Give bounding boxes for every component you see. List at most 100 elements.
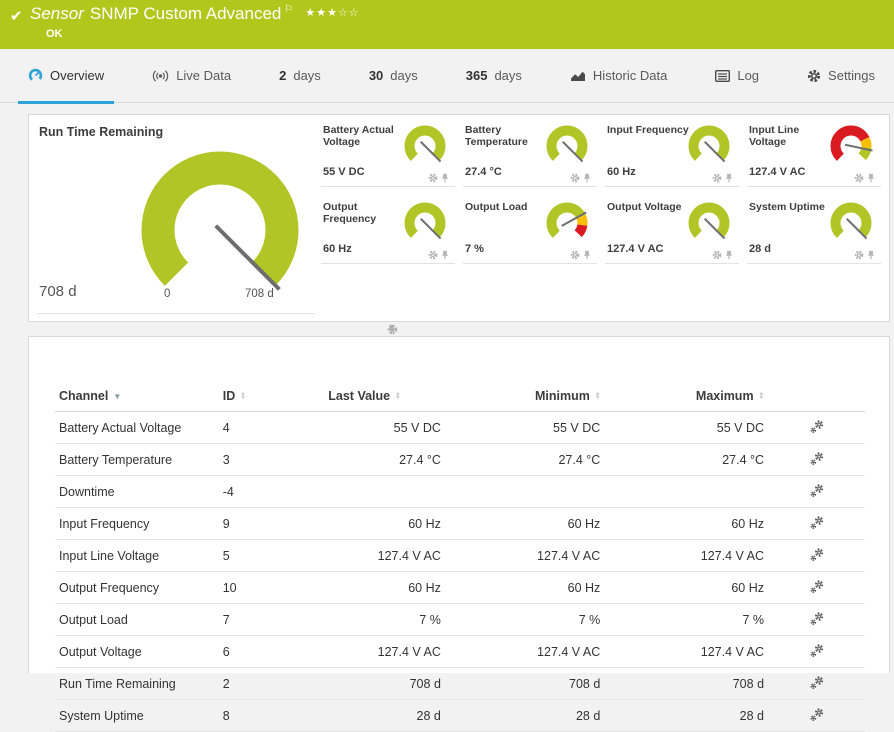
channel-settings-icon[interactable] bbox=[809, 546, 825, 562]
cell-maximum: 28 d bbox=[604, 699, 769, 732]
column-header-settings bbox=[768, 383, 865, 412]
cell-id: 6 bbox=[218, 635, 325, 668]
channel-settings-icon[interactable] bbox=[809, 610, 825, 626]
table-row[interactable]: System Uptime 8 28 d 28 d 28 d bbox=[55, 699, 865, 732]
tab-overview[interactable]: Overview bbox=[17, 49, 115, 104]
table-row[interactable]: Downtime -4 bbox=[55, 475, 865, 508]
gear-icon[interactable] bbox=[570, 250, 580, 260]
tab-30-days[interactable]: 30 days bbox=[369, 49, 418, 103]
main-gauge-min-label: 0 bbox=[164, 288, 171, 300]
gear-icon[interactable] bbox=[712, 250, 722, 260]
cell-minimum: 127.4 V AC bbox=[444, 635, 605, 668]
sensor-title-prefix: Sensor bbox=[30, 4, 84, 23]
table-row[interactable]: Battery Actual Voltage 4 55 V DC 55 V DC… bbox=[55, 411, 865, 444]
tab-historic-data[interactable]: Historic Data bbox=[570, 49, 667, 103]
table-row[interactable]: Output Frequency 10 60 Hz 60 Hz 60 Hz bbox=[55, 571, 865, 604]
gauge-title: Input Frequency bbox=[607, 124, 689, 136]
channel-settings-icon[interactable] bbox=[809, 418, 825, 434]
pin-icon[interactable] bbox=[583, 173, 591, 183]
column-header-last-value[interactable]: Last Value ▲ ▼ bbox=[324, 383, 445, 412]
sensor-title-name: SNMP Custom Advanced bbox=[89, 4, 282, 23]
gauge-tile-output-voltage: Output Voltage 127.4 V AC bbox=[605, 198, 739, 264]
gauge-tile-battery-actual-voltage: Battery Actual Voltage 55 V DC bbox=[321, 121, 455, 187]
gauge-tile-output-load: Output Load 7 % bbox=[463, 198, 597, 264]
channel-settings-icon[interactable] bbox=[809, 674, 825, 690]
tab-label: days bbox=[494, 68, 522, 83]
cell-channel[interactable]: Battery Temperature bbox=[55, 443, 219, 476]
tab-settings[interactable]: Settings bbox=[807, 49, 875, 103]
cell-minimum: 60 Hz bbox=[444, 507, 605, 540]
cell-last-value: 7 % bbox=[324, 603, 445, 636]
pin-icon[interactable] bbox=[441, 173, 449, 183]
cell-maximum: 708 d bbox=[604, 667, 769, 700]
tab-live-data[interactable]: Live Data bbox=[152, 49, 231, 103]
tab-label: Live Data bbox=[176, 68, 232, 83]
table-row[interactable]: Run Time Remaining 2 708 d 708 d 708 d bbox=[55, 667, 865, 700]
gear-icon[interactable] bbox=[428, 173, 438, 183]
gear-icon[interactable] bbox=[570, 173, 580, 183]
mini-gauge bbox=[830, 125, 873, 167]
cell-last-value bbox=[324, 475, 445, 508]
cell-maximum bbox=[604, 475, 769, 508]
cell-id: 2 bbox=[218, 667, 325, 700]
cell-channel[interactable]: Battery Actual Voltage bbox=[55, 411, 219, 444]
gear-icon[interactable] bbox=[854, 173, 864, 183]
column-header-minimum[interactable]: Minimum ▲ ▼ bbox=[444, 383, 605, 412]
main-gauge-tile: Run Time Remaining 708 d 0 708 d bbox=[37, 121, 398, 335]
cell-channel[interactable]: System Uptime bbox=[55, 699, 219, 732]
table-row[interactable]: Input Line Voltage 5 127.4 V AC 127.4 V … bbox=[55, 539, 865, 572]
gauge-value: 28 d bbox=[749, 243, 772, 255]
channel-settings-icon[interactable] bbox=[809, 514, 825, 530]
pin-icon[interactable] bbox=[725, 173, 733, 183]
cell-channel[interactable]: Downtime bbox=[55, 475, 219, 508]
cell-maximum: 127.4 V AC bbox=[604, 635, 769, 668]
channel-settings-icon[interactable] bbox=[809, 450, 825, 466]
tab-label: Settings bbox=[828, 68, 876, 83]
channel-settings-icon[interactable] bbox=[809, 642, 825, 658]
gauge-tile-input-line-voltage: Input Line Voltage 127.4 V AC bbox=[747, 121, 881, 187]
pin-icon[interactable] bbox=[441, 250, 449, 260]
cell-maximum: 27.4 °C bbox=[604, 443, 769, 476]
tab-log[interactable]: Log bbox=[715, 49, 759, 103]
pin-icon[interactable] bbox=[583, 250, 591, 260]
cell-last-value: 60 Hz bbox=[324, 507, 445, 540]
column-header-maximum[interactable]: Maximum ▲ ▼ bbox=[604, 383, 769, 412]
channel-settings-icon[interactable] bbox=[809, 706, 825, 722]
gear-icon[interactable] bbox=[854, 250, 864, 260]
sensor-status-header: ✔ Sensor SNMP Custom Advanced ⚐ ★★★☆☆ OK bbox=[0, 0, 894, 49]
channel-settings-icon[interactable] bbox=[809, 578, 825, 594]
cell-channel[interactable]: Output Frequency bbox=[55, 571, 219, 604]
pin-icon[interactable] bbox=[725, 250, 733, 260]
tab-2-days[interactable]: 2 days bbox=[279, 49, 321, 103]
gauges-panel: Run Time Remaining 708 d 0 708 d Battery… bbox=[28, 114, 890, 335]
cell-last-value: 127.4 V AC bbox=[324, 539, 445, 572]
gear-icon[interactable] bbox=[712, 173, 722, 183]
column-header-channel[interactable]: Channel ▼ bbox=[55, 383, 219, 412]
cell-channel[interactable]: Input Line Voltage bbox=[55, 539, 219, 572]
pin-icon[interactable] bbox=[387, 324, 396, 335]
table-row[interactable]: Battery Temperature 3 27.4 °C 27.4 °C 27… bbox=[55, 443, 865, 476]
table-row[interactable]: Input Frequency 9 60 Hz 60 Hz 60 Hz bbox=[55, 507, 865, 540]
gauge-value: 55 V DC bbox=[323, 166, 365, 178]
gauge-title: System Uptime bbox=[749, 201, 825, 213]
cell-channel[interactable]: Output Load bbox=[55, 603, 219, 636]
mini-gauge bbox=[830, 202, 872, 244]
pin-icon[interactable] bbox=[867, 250, 875, 260]
pin-icon[interactable] bbox=[867, 173, 875, 183]
table-row[interactable]: Output Load 7 7 % 7 % 7 % bbox=[55, 603, 865, 636]
priority-stars[interactable]: ★★★☆☆ bbox=[305, 7, 359, 19]
cell-channel[interactable]: Run Time Remaining bbox=[55, 667, 219, 700]
channel-settings-icon[interactable] bbox=[809, 482, 825, 498]
column-header-id[interactable]: ID ▲ ▼ bbox=[218, 383, 325, 412]
tab-365-days[interactable]: 365 days bbox=[466, 49, 522, 103]
table-row[interactable]: Output Voltage 6 127.4 V AC 127.4 V AC 1… bbox=[55, 635, 865, 668]
mini-gauge bbox=[404, 202, 446, 244]
cell-channel[interactable]: Output Voltage bbox=[55, 635, 219, 668]
cell-maximum: 7 % bbox=[604, 603, 769, 636]
gauge-value: 27.4 °C bbox=[465, 166, 502, 178]
mini-gauge bbox=[404, 125, 446, 167]
cell-channel[interactable]: Input Frequency bbox=[55, 507, 219, 540]
historic-data-icon bbox=[570, 71, 585, 81]
cell-last-value: 28 d bbox=[324, 699, 445, 732]
gear-icon[interactable] bbox=[428, 250, 438, 260]
